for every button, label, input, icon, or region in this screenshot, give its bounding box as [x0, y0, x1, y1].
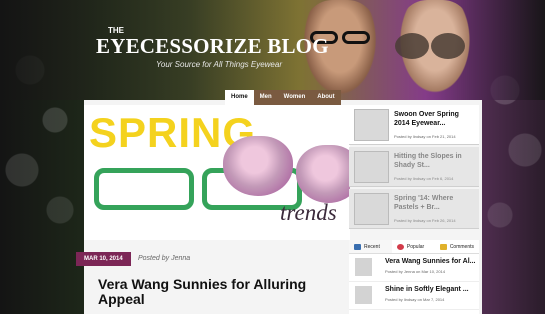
sidebar-widget: Recent Popular Comments Vera Wang Sunnie…	[349, 240, 479, 314]
post-author: Posted by Jenna	[138, 255, 191, 262]
header-banner: THE EYECESSORIZE BLOG Your Source for Al…	[0, 0, 545, 100]
hero-slider[interactable]: SPRING trends	[84, 105, 350, 240]
sunglasses-lens-left	[395, 33, 429, 59]
featured-title: Hitting the Slopes in Shady St...	[394, 153, 462, 169]
list-item-title: Vera Wang Sunnies for Al...	[385, 258, 476, 265]
recent-icon	[354, 243, 361, 250]
featured-meta: Posted by lindsay on Feb 21, 2014	[394, 134, 456, 139]
comment-icon	[439, 243, 447, 250]
featured-meta: Posted by lindsay on Feb 26, 2014	[394, 218, 456, 223]
site-tagline: Your Source for All Things Eyewear	[156, 60, 282, 69]
featured-item[interactable]: Spring '14: Where Pastels + Br... Posted…	[349, 189, 479, 229]
post-title[interactable]: Vera Wang Sunnies for Alluring Appeal	[98, 277, 338, 307]
heart-icon	[396, 243, 404, 250]
pink-sunglasses-lens-left	[223, 136, 293, 196]
hero-script-word: trends	[280, 200, 337, 225]
featured-meta: Posted by lindsay on Feb 6, 2014	[394, 176, 454, 181]
pink-sunglasses-lens-right	[296, 145, 350, 203]
site-title[interactable]: EYECESSORIZE BLOG	[96, 34, 329, 59]
tab-comments[interactable]: Comments	[435, 240, 479, 253]
nav-about[interactable]: About	[311, 90, 341, 106]
tab-label: Popular	[406, 243, 425, 250]
nav-men[interactable]: Men	[253, 90, 278, 106]
post-thumb	[355, 286, 372, 304]
sidebar-tabs: Recent Popular Comments	[349, 240, 479, 254]
green-frame-lens-left	[94, 168, 194, 210]
tab-label: Comments	[449, 243, 474, 250]
featured-title: Spring '14: Where Pastels + Br...	[394, 195, 454, 211]
tab-recent[interactable]: Recent	[349, 240, 392, 253]
nav-women[interactable]: Women	[277, 90, 312, 106]
list-item-title: Shine in Softly Elegant ...	[385, 286, 469, 293]
eyeglasses-icon	[342, 31, 370, 44]
page-background: THE EYECESSORIZE BLOG Your Source for Al…	[0, 0, 545, 314]
featured-item[interactable]: Hitting the Slopes in Shady St... Posted…	[349, 147, 479, 187]
featured-posts: Swoon Over Spring 2014 Eyewear... Posted…	[349, 105, 479, 235]
featured-title: Swoon Over Spring 2014 Eyewear...	[394, 111, 459, 127]
sunglasses-lens-right	[431, 33, 465, 59]
list-item-meta: Posted by lindsay on Mar 7, 2014	[385, 297, 445, 302]
main-nav: Home Men Women About	[225, 90, 341, 106]
post-thumb	[355, 258, 372, 276]
list-item-meta: Posted by Jenna on Mar 10, 2014	[385, 269, 446, 274]
tab-label: Recent	[364, 243, 380, 250]
list-item[interactable]: Vera Wang Sunnies for Al... Posted by Je…	[349, 254, 479, 282]
featured-thumb	[354, 109, 389, 141]
featured-thumb	[354, 193, 389, 225]
list-item[interactable]: Shine in Softly Elegant ... Posted by li…	[349, 282, 479, 310]
tab-popular[interactable]: Popular	[392, 240, 435, 253]
nav-home[interactable]: Home	[225, 90, 254, 106]
post-date-badge: MAR 10, 2014	[76, 252, 131, 266]
featured-item[interactable]: Swoon Over Spring 2014 Eyewear... Posted…	[349, 105, 479, 145]
featured-thumb	[354, 151, 389, 183]
